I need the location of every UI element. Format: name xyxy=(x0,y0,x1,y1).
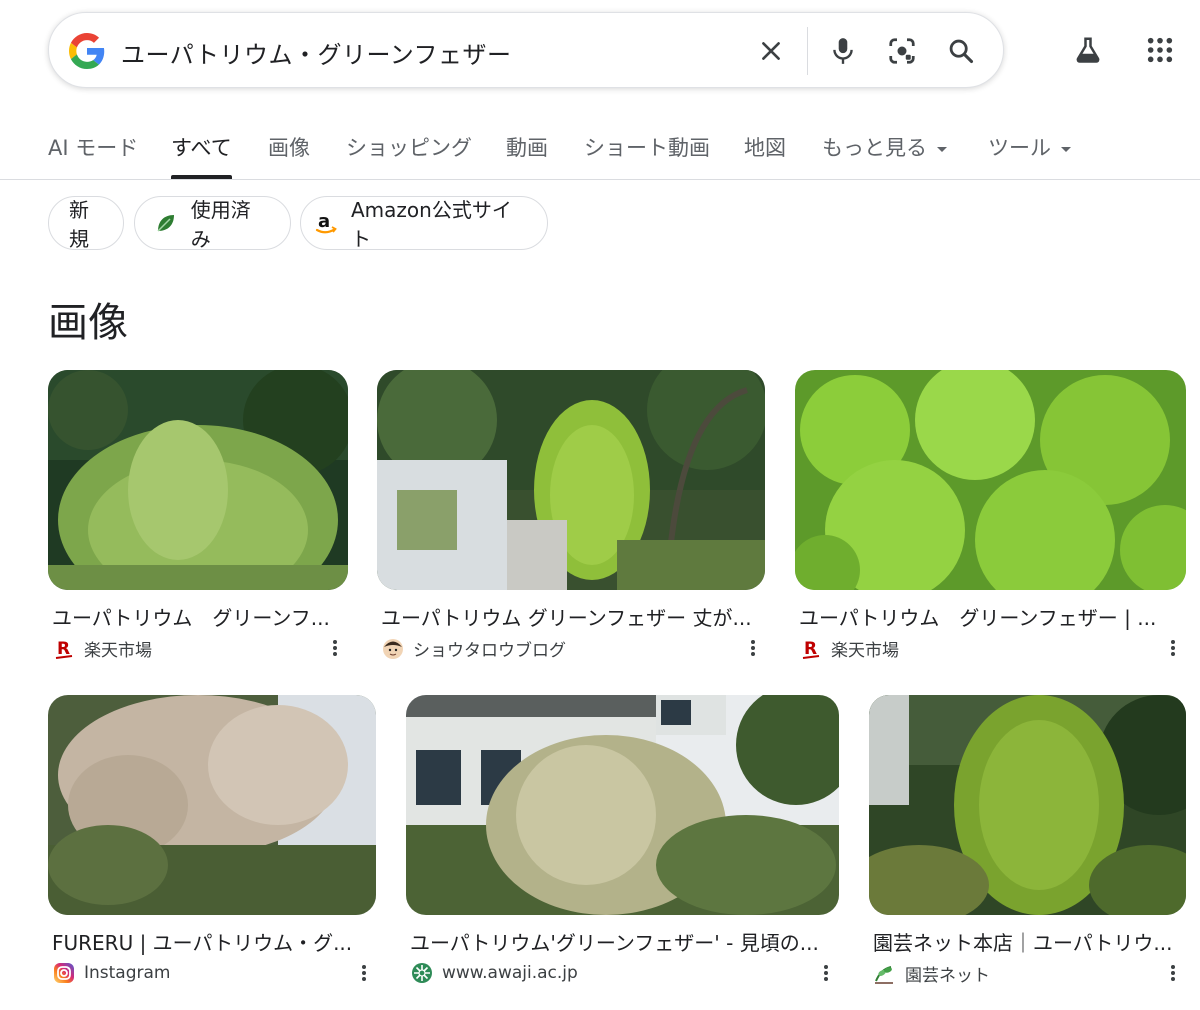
more-options-icon[interactable] xyxy=(741,636,765,660)
result-image[interactable] xyxy=(406,695,839,915)
instagram-icon xyxy=(52,961,76,985)
tab-shopping[interactable]: ショッピング xyxy=(346,132,472,162)
more-options-icon[interactable] xyxy=(1161,636,1185,660)
result-title[interactable]: ユーパトリウム'グリーンフェザー' - 見頃の... xyxy=(410,927,836,956)
result-image[interactable] xyxy=(795,370,1186,590)
tab-tools[interactable]: ツール xyxy=(988,132,1071,162)
active-tab-indicator xyxy=(171,175,232,179)
result-title[interactable]: ユーパトリウム グリーンフェザー 丈が... xyxy=(381,602,765,631)
image-result-card[interactable]: ユーパトリウム グリーンフェザー 丈が... ショウタロウブログ xyxy=(377,370,765,661)
avatar-icon xyxy=(381,637,405,661)
leaf-icon xyxy=(153,210,179,236)
result-source-label: www.awaji.ac.jp xyxy=(442,963,578,983)
result-image[interactable] xyxy=(48,695,376,915)
chip-amazon[interactable]: a Amazon公式サイト xyxy=(300,196,548,251)
chip-used-label: 使用済み xyxy=(190,198,251,251)
labs-flask-icon[interactable] xyxy=(1066,28,1110,72)
tab-more-label: もっと見る xyxy=(822,136,927,160)
result-source[interactable]: www.awaji.ac.jp xyxy=(410,961,578,985)
result-source[interactable]: 園芸ネット xyxy=(873,961,990,986)
caret-down-icon xyxy=(1061,146,1071,152)
awaji-icon xyxy=(410,961,434,985)
result-source[interactable]: ショウタロウブログ xyxy=(381,636,566,661)
tab-short-videos[interactable]: ショート動画 xyxy=(584,132,710,162)
caret-down-icon xyxy=(937,146,947,152)
chip-used[interactable]: 使用済み xyxy=(134,196,291,251)
google-logo-icon xyxy=(69,33,105,69)
image-result-card[interactable]: ユーパトリウム グリーンフェザー | ... R 楽天市場 xyxy=(795,370,1186,661)
microphone-icon[interactable] xyxy=(823,31,863,71)
result-title[interactable]: 園芸ネット本店｜ユーパトリウ... xyxy=(873,927,1185,956)
tab-maps[interactable]: 地図 xyxy=(744,132,786,162)
apps-grid-icon[interactable] xyxy=(1138,28,1182,72)
chip-new-label: 新規 xyxy=(69,198,89,251)
result-title[interactable]: ユーパトリウム グリーンフ... xyxy=(52,602,344,631)
rakuten-icon: R xyxy=(52,637,76,661)
result-source-label: 園芸ネット xyxy=(905,966,990,986)
result-source[interactable]: Instagram xyxy=(52,961,171,985)
more-options-icon[interactable] xyxy=(352,961,376,985)
more-options-icon[interactable] xyxy=(814,961,838,985)
engei-icon xyxy=(873,962,897,986)
images-section-title: 画像 xyxy=(48,300,128,346)
result-title[interactable]: ユーパトリウム グリーンフェザー | ... xyxy=(799,602,1185,631)
result-source[interactable]: R 楽天市場 xyxy=(52,636,152,661)
search-box[interactable]: ユーパトリウム・グリーンフェザー xyxy=(48,12,1004,88)
svg-text:a: a xyxy=(318,211,330,232)
tab-images[interactable]: 画像 xyxy=(268,132,310,162)
image-result-card[interactable]: FURERU | ユーパトリウム・グ... Instagram xyxy=(48,695,376,985)
result-image[interactable] xyxy=(377,370,765,590)
result-source-label: 楽天市場 xyxy=(831,641,899,661)
image-result-card[interactable]: ユーパトリウム グリーンフ... R 楽天市場 xyxy=(48,370,348,661)
more-options-icon[interactable] xyxy=(1161,961,1185,985)
result-source[interactable]: R 楽天市場 xyxy=(799,636,899,661)
rakuten-icon: R xyxy=(799,637,823,661)
chip-amazon-label: Amazon公式サイト xyxy=(351,198,512,251)
image-result-card[interactable]: 園芸ネット本店｜ユーパトリウ... 園芸ネット xyxy=(869,695,1186,986)
result-image[interactable] xyxy=(869,695,1186,915)
amazon-icon: a xyxy=(313,210,339,236)
search-tabs: AI モード すべて 画像 ショッピング 動画 ショート動画 地図 もっと見る … xyxy=(0,108,1200,180)
search-icon[interactable] xyxy=(941,31,981,71)
chip-new[interactable]: 新規 xyxy=(48,196,124,251)
camera-lens-icon[interactable] xyxy=(882,31,922,71)
tab-all[interactable]: すべて xyxy=(171,132,232,162)
tab-ai-mode[interactable]: AI モード xyxy=(48,132,138,162)
tab-videos[interactable]: 動画 xyxy=(506,132,548,162)
clear-icon[interactable] xyxy=(751,31,791,71)
result-source-label: Instagram xyxy=(84,963,171,983)
result-image[interactable] xyxy=(48,370,348,590)
result-title[interactable]: FURERU | ユーパトリウム・グ... xyxy=(52,927,374,956)
more-options-icon[interactable] xyxy=(323,636,347,660)
tab-tools-label: ツール xyxy=(988,136,1051,160)
search-query-text[interactable]: ユーパトリウム・グリーンフェザー xyxy=(121,35,512,70)
search-divider xyxy=(807,27,808,75)
result-source-label: ショウタロウブログ xyxy=(413,641,566,661)
result-source-label: 楽天市場 xyxy=(84,641,152,661)
tab-more[interactable]: もっと見る xyxy=(822,132,947,162)
image-result-card[interactable]: ユーパトリウム'グリーンフェザー' - 見頃の... www.awaji.ac.… xyxy=(406,695,839,985)
